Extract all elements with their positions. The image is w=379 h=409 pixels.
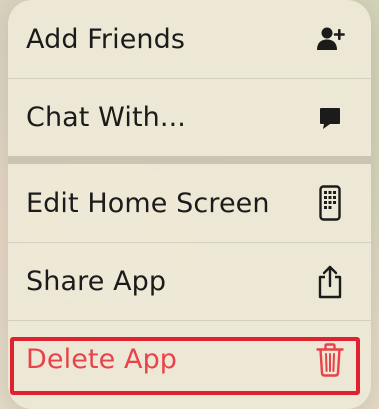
trash-icon [313, 342, 347, 377]
menu-item-delete-app[interactable]: Delete App [8, 320, 371, 398]
menu-item-label: Delete App [26, 344, 178, 375]
phone-apps-icon [313, 185, 347, 221]
menu-group-system-actions: Edit Home Screen Share App Delete App [8, 164, 371, 398]
menu-item-chat-with[interactable]: Chat With... [8, 78, 371, 156]
add-friend-icon [313, 22, 347, 56]
menu-item-share-app[interactable]: Share App [8, 242, 371, 320]
menu-item-label: Add Friends [26, 23, 186, 55]
menu-group-separator [8, 156, 371, 164]
menu-item-add-friends[interactable]: Add Friends [8, 0, 371, 78]
share-icon [313, 265, 347, 299]
menu-item-edit-home-screen[interactable]: Edit Home Screen [8, 164, 371, 242]
menu-group-app-actions: Add Friends Chat With... [8, 0, 371, 156]
menu-item-label: Chat With... [26, 102, 186, 133]
context-menu: Add Friends Chat With... Edit Home Scree… [8, 0, 371, 409]
menu-item-label: Edit Home Screen [26, 187, 270, 219]
chat-bubble-icon [313, 101, 347, 135]
menu-item-label: Share App [26, 266, 167, 297]
